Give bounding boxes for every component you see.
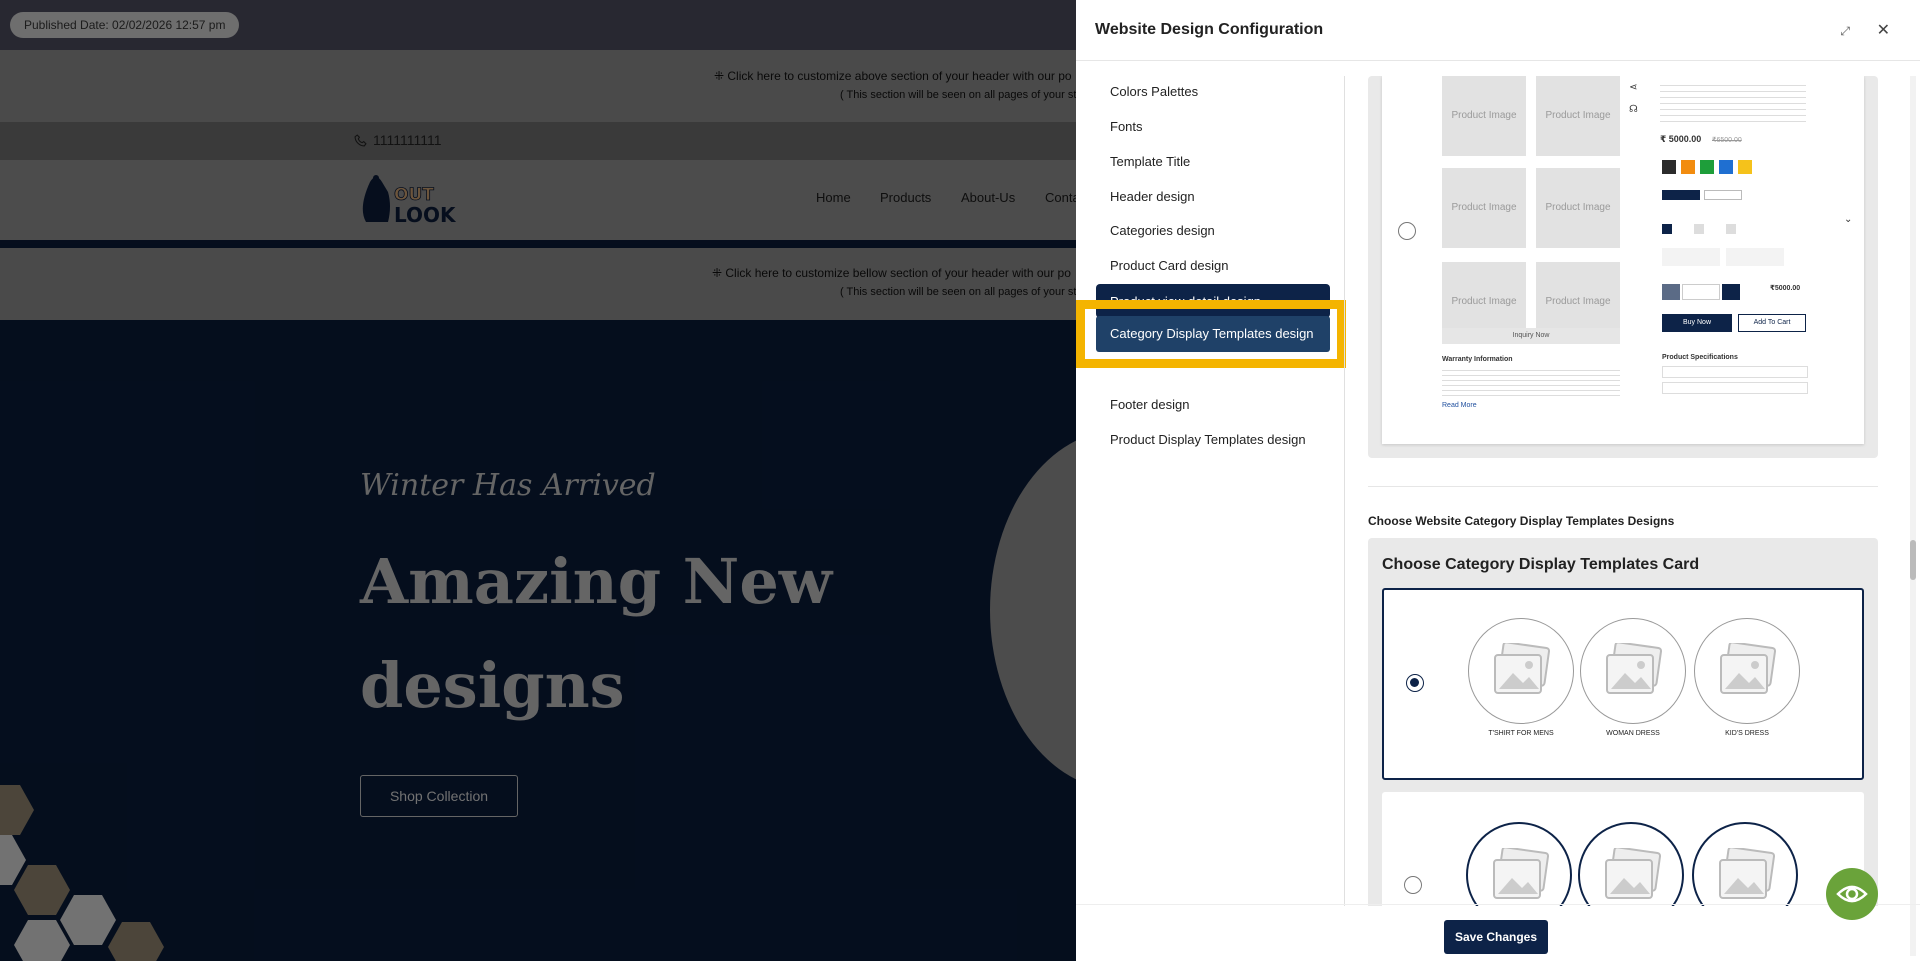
category-template-option-2[interactable]	[1382, 792, 1864, 906]
section-label: Choose Website Category Display Template…	[1368, 514, 1675, 528]
product-description	[1660, 80, 1806, 124]
chevron-down-icon[interactable]: ⌄	[1844, 214, 1852, 225]
product-image-placeholder: Product Image	[1536, 76, 1620, 156]
content-scrollbar[interactable]	[1910, 76, 1916, 956]
config-checkbox[interactable]	[1694, 224, 1704, 234]
menu-divider	[1344, 76, 1345, 906]
product-image-placeholder: Product Image	[1442, 168, 1526, 248]
inquiry-button[interactable]: Inquiry Now	[1442, 328, 1620, 344]
warranty-heading: Warranty Information	[1442, 356, 1513, 363]
scrollbar-thumb[interactable]	[1910, 540, 1916, 580]
side-price: ₹5000.00	[1770, 285, 1801, 292]
qty-increment[interactable]	[1722, 284, 1740, 300]
menu-colors-palettes[interactable]: Colors Palettes	[1110, 84, 1198, 99]
category-templates-title: Choose Category Display Templates Card	[1382, 556, 1700, 573]
color-swatch[interactable]	[1700, 160, 1714, 174]
design-config-panel: Website Design Configuration ⤢ ✕ Colors …	[1076, 0, 1920, 961]
share-icon[interactable]: ⋖	[1629, 82, 1637, 93]
color-swatch[interactable]	[1738, 160, 1752, 174]
category-template-option-1[interactable]: T'SHIRT FOR MENS WOMAN DRESS KID'S DRESS	[1382, 588, 1864, 780]
panel-title: Website Design Configuration	[1095, 21, 1324, 38]
category-template-radio-2[interactable]	[1404, 876, 1422, 894]
category-circle	[1466, 822, 1572, 906]
qty-input[interactable]	[1682, 284, 1720, 300]
storage-option-selected[interactable]	[1662, 190, 1700, 200]
image-placeholder-icon	[1720, 643, 1777, 694]
category-circle	[1694, 618, 1800, 724]
header-divider	[1076, 60, 1920, 61]
menu-footer-design[interactable]: Footer design	[1110, 397, 1190, 412]
specs-heading: Product Specifications	[1662, 354, 1738, 361]
category-template-radio-1[interactable]	[1406, 674, 1424, 692]
product-view-option-card[interactable]: Product Image Product Image Product Imag…	[1382, 76, 1864, 444]
preview-old-price: ₹6500.00	[1712, 137, 1742, 144]
config-content: Product Image Product Image Product Imag…	[1352, 76, 1908, 906]
modal-overlay[interactable]	[0, 0, 1080, 961]
support-icon[interactable]: ☊	[1629, 104, 1638, 115]
close-icon[interactable]: ✕	[1877, 20, 1890, 40]
preview-price: ₹ 5000.00	[1660, 134, 1702, 144]
store-preview: Published Date: 02/02/2026 12:57 pm ⁜ Cl…	[0, 0, 1080, 961]
category-circle	[1580, 618, 1686, 724]
category-circle	[1468, 618, 1574, 724]
spec-row[interactable]	[1662, 366, 1808, 378]
image-placeholder-icon	[1605, 848, 1662, 899]
preview-toggle-button[interactable]	[1826, 868, 1878, 920]
menu-category-display-templates-label: Category Display Templates design	[1110, 326, 1314, 341]
color-swatch[interactable]	[1719, 160, 1733, 174]
section-divider	[1368, 486, 1878, 487]
menu-product-card-design[interactable]: Product Card design	[1110, 258, 1229, 273]
menu-product-display-templates[interactable]: Product Display Templates design	[1110, 432, 1306, 447]
product-image-placeholder: Product Image	[1536, 168, 1620, 248]
offer-chip	[1662, 248, 1720, 266]
image-placeholder-icon	[1493, 848, 1550, 899]
category-label: T'SHIRT FOR MENS	[1488, 730, 1554, 737]
buy-now-button[interactable]: Buy Now	[1662, 314, 1732, 332]
expand-icon[interactable]: ⤢	[1840, 24, 1850, 39]
warranty-text	[1442, 366, 1620, 398]
image-placeholder-icon	[1494, 643, 1551, 694]
offer-chip	[1726, 248, 1784, 266]
eye-icon	[1836, 885, 1868, 903]
product-view-preview-box: Product Image Product Image Product Imag…	[1368, 76, 1878, 458]
product-image-placeholder: Product Image	[1442, 76, 1526, 156]
footer-divider	[1076, 904, 1920, 905]
category-circle	[1578, 822, 1684, 906]
config-checkbox[interactable]	[1662, 224, 1672, 234]
menu-categories-design[interactable]: Categories design	[1110, 223, 1215, 238]
storage-option[interactable]	[1704, 190, 1742, 200]
add-to-cart-button[interactable]: Add To Cart	[1738, 314, 1806, 332]
menu-fonts[interactable]: Fonts	[1110, 119, 1143, 134]
menu-template-title[interactable]: Template Title	[1110, 154, 1190, 169]
image-placeholder-icon	[1606, 643, 1663, 694]
spec-row[interactable]	[1662, 382, 1808, 394]
config-checkbox[interactable]	[1726, 224, 1736, 234]
image-placeholder-icon	[1719, 848, 1776, 899]
qty-decrement[interactable]	[1662, 284, 1680, 300]
menu-header-design[interactable]: Header design	[1110, 189, 1195, 204]
color-swatch[interactable]	[1662, 160, 1676, 174]
category-label: WOMAN DRESS	[1606, 730, 1660, 737]
category-templates-box: Choose Category Display Templates Card T…	[1368, 538, 1878, 906]
color-swatch[interactable]	[1681, 160, 1695, 174]
category-label: KID'S DRESS	[1725, 730, 1769, 737]
save-changes-button[interactable]: Save Changes	[1444, 920, 1548, 954]
category-circle	[1692, 822, 1798, 906]
read-more-link[interactable]: Read More	[1442, 402, 1477, 409]
product-view-radio[interactable]	[1398, 222, 1416, 240]
